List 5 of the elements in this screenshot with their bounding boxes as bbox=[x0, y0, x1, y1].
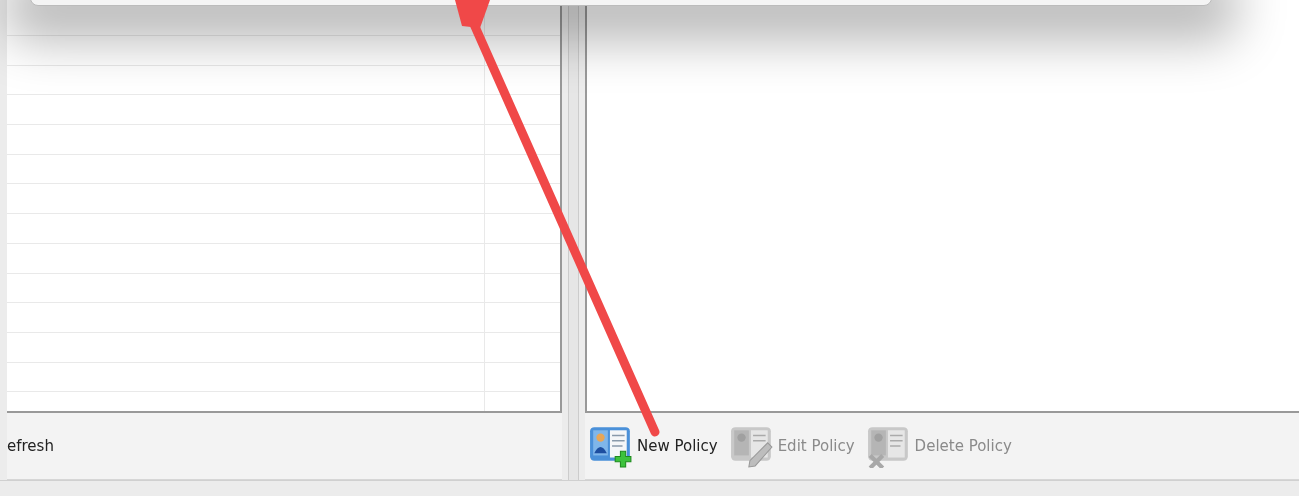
card-pencil-icon bbox=[729, 424, 774, 468]
toolbar-button[interactable]: New Policy bbox=[587, 422, 720, 470]
toolbar-button[interactable]: efresh bbox=[5, 435, 56, 457]
card-cross-icon bbox=[866, 424, 911, 468]
card-plus-icon bbox=[589, 424, 633, 468]
